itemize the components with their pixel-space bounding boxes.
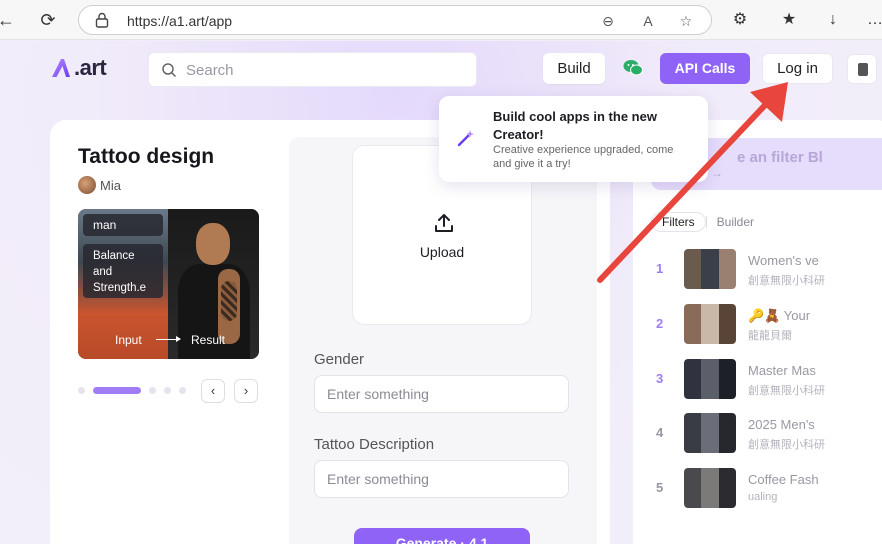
back-icon[interactable]: ← [0,8,18,32]
input-label: Input [115,333,142,347]
author[interactable]: Mia [78,176,121,194]
carousel-dot-active[interactable] [93,387,141,394]
carousel-dot[interactable] [149,387,156,394]
lock-icon [95,12,109,28]
tattoo-description-input[interactable]: Enter something [314,460,569,498]
gender-label: Gender [314,351,365,368]
carousel-prev-button[interactable]: ‹ [201,379,225,403]
url-text: https://a1.art/app [127,13,233,29]
tattoo-description-placeholder: Enter something [327,471,429,487]
ranking-title: 🔑🧸 Your [748,308,811,323]
app-title: Tattoo design [78,145,215,168]
carousel-dots [78,387,194,394]
ranking-item[interactable]: 5 Coffee Fash ualing [650,468,882,512]
ranking-thumbnail [684,304,736,344]
gender-placeholder: Enter something [327,386,429,402]
arrow-right-icon [156,336,181,342]
browser-toolbar: ← ⟳ https://a1.art/app ⊖ A ☆ ⚙ ★ ↓ … [0,0,882,40]
favorite-star-icon[interactable]: ☆ [677,12,695,30]
rank-number: 3 [656,371,664,386]
rank-number: 5 [656,480,664,495]
search-placeholder: Search [186,62,234,79]
author-name: Mia [100,177,121,193]
rank-number: 2 [656,316,664,331]
carousel-dot[interactable] [179,387,186,394]
logo-text: .art [74,55,107,80]
ranking-title: 2025 Men's [748,417,815,432]
ranking-thumbnail [684,468,736,508]
ranking-title: Coffee Fash [748,472,819,487]
ranking-author: 創意無限小科研 [748,385,825,397]
wechat-icon[interactable] [623,59,643,77]
book-icon [858,63,868,76]
ranking-author: ualing [748,491,778,503]
annotation-arrow-icon [597,82,788,283]
generate-button[interactable]: Generate · 4.1 [354,528,530,544]
zoom-icon[interactable]: ⊖ [599,12,617,30]
refresh-icon[interactable]: ⟳ [36,8,60,32]
logo-mark-icon [52,59,70,77]
search-icon [162,63,177,78]
rank-number: 4 [656,425,664,440]
extensions-icon[interactable]: ⚙ [729,9,751,31]
ranking-item[interactable]: 2 🔑🧸 Your 龍龍貝爾 [650,304,882,348]
read-aloud-icon[interactable]: A [639,12,657,30]
logo[interactable]: .art [50,55,107,81]
preview-tag-description: Balance and Strength.e muscle... [83,244,163,298]
carousel-dot[interactable] [164,387,171,394]
upload-icon [435,214,453,232]
favorites-bar-icon[interactable]: ★ [778,9,800,31]
search-input[interactable]: Search [148,52,477,87]
sidebar-toggle-button[interactable] [847,54,877,84]
address-bar[interactable]: https://a1.art/app ⊖ A ☆ [78,5,712,35]
upload-label: Upload [419,244,465,260]
gender-input[interactable]: Enter something [314,375,569,413]
ranking-author: 創意無限小科研 [748,439,825,451]
ranking-item[interactable]: 3 Master Mas 創意無限小科研 [650,359,882,403]
ranking-author: 龍龍貝爾 [748,330,792,342]
ranking-item[interactable]: 4 2025 Men's 創意無限小科研 [650,413,882,457]
ranking-thumbnail [684,359,736,399]
downloads-icon[interactable]: ↓ [822,9,844,31]
tattoo-description-label: Tattoo Description [314,436,435,453]
carousel-next-button[interactable]: › [234,379,258,403]
ranking-thumbnail [684,413,736,453]
magic-wand-icon [457,130,474,147]
avatar [78,176,96,194]
carousel-dot[interactable] [78,387,85,394]
more-icon[interactable]: … [864,9,882,31]
preview-tag-gender: man [83,214,163,236]
result-label: Result [191,333,226,347]
ranking-title: Master Mas [748,363,816,378]
